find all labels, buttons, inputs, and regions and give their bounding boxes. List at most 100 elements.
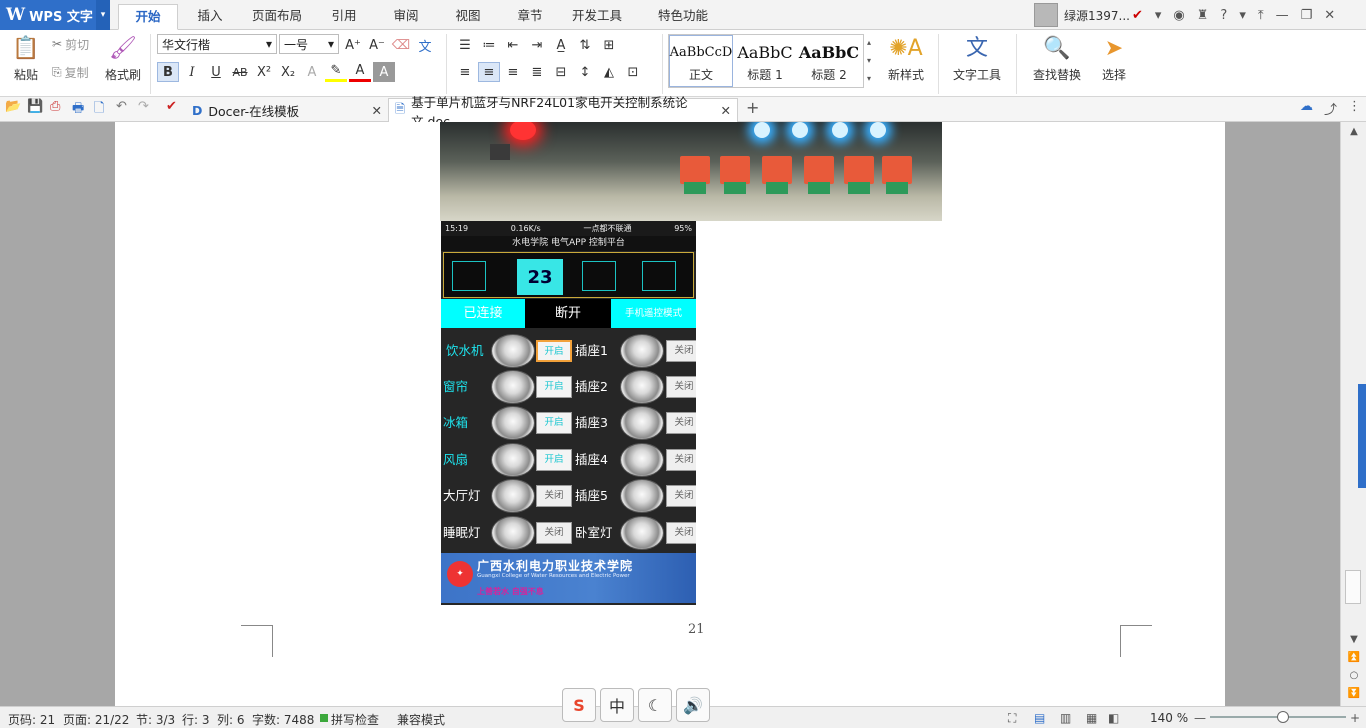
speaker-icon[interactable]: 🔊 xyxy=(676,688,710,722)
font-name-select[interactable]: 华文行楷 ▾ xyxy=(157,34,277,54)
new-tab-icon[interactable]: + xyxy=(746,98,759,117)
new-style-button[interactable]: ✺A 新样式 xyxy=(880,34,932,83)
help-chevron-icon[interactable]: ▾ xyxy=(1239,8,1246,23)
tab-docer-templates[interactable]: D Docer-在线模板 ✕ xyxy=(186,98,388,122)
tab-chapter[interactable]: 章节 xyxy=(504,4,556,30)
tab-developer[interactable]: 开发工具 xyxy=(564,4,630,30)
text-effect-icon[interactable]: A xyxy=(301,62,323,82)
export-pdf-icon[interactable]: ⎙ xyxy=(50,99,60,114)
distributed-icon[interactable]: ⊟ xyxy=(550,62,572,82)
collapse-ribbon-icon[interactable]: ⤒ xyxy=(1258,8,1264,23)
subscript-icon[interactable]: X₂ xyxy=(277,62,299,82)
align-left-icon[interactable]: ≡ xyxy=(454,62,476,82)
user-name[interactable]: 绿源1397... xyxy=(1064,7,1130,24)
tab-special-features[interactable]: 特色功能 xyxy=(638,4,728,30)
page-down-icon[interactable]: ⏬ xyxy=(1341,688,1366,699)
text-tools-button[interactable]: 文 文字工具 xyxy=(946,34,1008,83)
zoom-level[interactable]: 140 % xyxy=(1150,711,1188,725)
zoom-in-icon[interactable]: + xyxy=(1350,711,1360,725)
full-screen-icon[interactable]: ⛶ xyxy=(1008,711,1016,726)
close-tab-icon[interactable]: ✕ xyxy=(721,103,731,118)
grow-font-icon[interactable]: A⁺ xyxy=(342,35,364,55)
page-view-icon[interactable]: ▤ xyxy=(1034,711,1045,725)
zoom-slider-handle[interactable] xyxy=(1277,711,1289,723)
open-folder-icon[interactable]: 📂 xyxy=(5,99,21,114)
ime-chinese-mode[interactable]: 中 xyxy=(600,688,634,722)
outline-view-icon[interactable]: ▥ xyxy=(1060,711,1071,725)
superscript-icon[interactable]: X² xyxy=(253,62,275,82)
tab-references[interactable]: 引用 xyxy=(318,4,370,30)
increase-indent-icon[interactable]: ⇥ xyxy=(526,35,548,55)
close-tab-icon[interactable]: ✕ xyxy=(372,103,382,118)
copy-button[interactable]: ⎘ 复制 xyxy=(52,61,89,83)
sort-icon[interactable]: ⇅ xyxy=(574,35,596,55)
skin-icon[interactable]: ◉ xyxy=(1173,8,1184,23)
italic-icon[interactable]: I xyxy=(181,62,203,82)
paste-button[interactable]: 📋 粘贴 xyxy=(8,34,44,83)
tab-current-document[interactable]: 🗎 基于单片机蓝牙与NRF24L01家电开关控制系统论文.doc ✕ xyxy=(388,95,738,129)
style-gallery-scroll[interactable]: ▴ ▾ ▾ xyxy=(864,34,874,88)
cut-button[interactable]: ✂ 剪切 xyxy=(52,33,89,55)
line-spacing-icon[interactable]: ↕ xyxy=(574,62,596,82)
restore-icon[interactable]: ❐ xyxy=(1301,8,1313,23)
web-view-icon[interactable]: ▦ xyxy=(1086,711,1097,725)
numbered-list-icon[interactable]: ≔ xyxy=(478,35,500,55)
app-menu-button[interactable]: W WPS 文字 ▾ xyxy=(0,0,110,30)
notification-icon[interactable]: ✔ xyxy=(1132,8,1143,23)
share-icon[interactable]: ⤴ xyxy=(1324,99,1337,118)
align-right-icon[interactable]: ≡ xyxy=(502,62,524,82)
customize-toolbar-icon[interactable]: ✔ xyxy=(166,99,177,114)
tab-insert[interactable]: 插入 xyxy=(182,4,238,30)
decrease-indent-icon[interactable]: ⇤ xyxy=(502,35,524,55)
underline-icon[interactable]: U xyxy=(205,62,227,82)
minimize-icon[interactable]: — xyxy=(1276,8,1289,23)
tab-home[interactable]: 开始 xyxy=(118,4,178,30)
shading-icon[interactable]: ◭ xyxy=(598,62,620,82)
status-page[interactable]: 页面: 21/22 xyxy=(63,711,129,728)
more-icon[interactable]: ⋮ xyxy=(1348,99,1361,114)
tab-view[interactable]: 视图 xyxy=(442,4,494,30)
tab-review[interactable]: 审阅 xyxy=(380,4,432,30)
redo-icon[interactable]: ↷ xyxy=(138,99,149,114)
style-normal[interactable]: AaBbCcD 正文 xyxy=(669,35,733,87)
moon-icon[interactable]: ☾ xyxy=(638,688,672,722)
save-icon[interactable]: 💾 xyxy=(27,99,43,114)
justify-icon[interactable]: ≣ xyxy=(526,62,548,82)
avatar[interactable] xyxy=(1034,3,1058,27)
status-spell-check[interactable]: 拼写检查 xyxy=(331,711,379,728)
font-size-select[interactable]: 一号 ▾ xyxy=(279,34,339,54)
scroll-up-icon[interactable]: ▲ xyxy=(1341,126,1366,137)
tab-page-layout[interactable]: 页面布局 xyxy=(242,4,312,30)
dropdown-icon[interactable]: ▾ xyxy=(1155,8,1162,23)
close-icon[interactable]: ✕ xyxy=(1324,8,1335,23)
zoom-out-icon[interactable]: — xyxy=(1194,711,1206,725)
help-icon[interactable]: ? xyxy=(1220,8,1227,23)
app-menu-chevron-icon[interactable]: ▾ xyxy=(96,0,110,30)
phonetic-guide-icon[interactable]: 文 xyxy=(414,35,436,55)
shrink-font-icon[interactable]: A⁻ xyxy=(366,35,388,55)
scroll-thumb[interactable] xyxy=(1345,570,1361,604)
select-browse-object-icon[interactable]: ○ xyxy=(1341,670,1366,681)
undo-icon[interactable]: ↶ xyxy=(116,99,127,114)
eye-protection-icon[interactable]: ◧ xyxy=(1108,711,1119,725)
borders-icon[interactable]: ⊡ xyxy=(622,62,644,82)
style-heading-2[interactable]: AaBbC 标题 2 xyxy=(797,35,861,87)
print-preview-icon[interactable]: 🗋 xyxy=(94,99,104,121)
shirt-icon[interactable]: ♜ xyxy=(1197,8,1209,23)
side-panel-toggle[interactable] xyxy=(1358,384,1366,488)
scroll-down-icon[interactable]: ▼ xyxy=(1341,634,1366,645)
page-up-icon[interactable]: ⏫ xyxy=(1341,652,1366,663)
cloud-sync-icon[interactable]: ☁ xyxy=(1300,99,1313,114)
align-center-icon[interactable]: ≡ xyxy=(478,62,500,82)
status-words[interactable]: 字数: 7488 xyxy=(252,711,314,728)
select-button[interactable]: ➤ 选择 xyxy=(1094,34,1134,83)
bold-icon[interactable]: B xyxy=(157,62,179,82)
status-page-code[interactable]: 页码: 21 xyxy=(8,711,55,728)
sogou-logo-icon[interactable]: S xyxy=(562,688,596,722)
print-icon[interactable]: 🖶 xyxy=(72,99,84,121)
bullet-list-icon[interactable]: ☰ xyxy=(454,35,476,55)
char-spacing-icon[interactable]: A̲ xyxy=(550,35,572,55)
font-color-icon[interactable]: A xyxy=(349,62,371,82)
highlight-icon[interactable]: ✎ xyxy=(325,62,347,82)
strikethrough-icon[interactable]: AB xyxy=(229,62,251,82)
